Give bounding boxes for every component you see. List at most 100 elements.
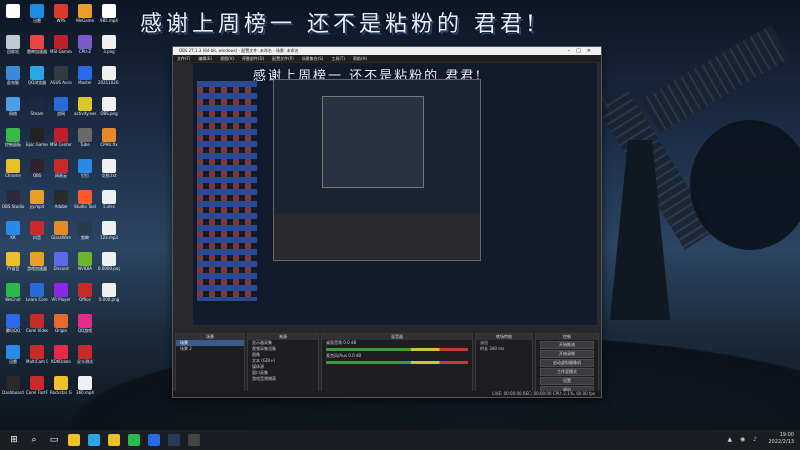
scenes-dock[interactable]: 场景 场景 场景 2 bbox=[175, 333, 245, 397]
desktop-icon[interactable]: 雷神加速器 bbox=[26, 35, 48, 54]
desktop-icon[interactable]: Dashboard bbox=[2, 376, 24, 395]
desktop-icon[interactable]: Office bbox=[74, 283, 96, 302]
control-button[interactable]: 设置 bbox=[540, 377, 594, 385]
desktop-icon[interactable] bbox=[98, 345, 120, 359]
control-button[interactable]: 开始录制 bbox=[540, 350, 594, 358]
control-button[interactable]: 开始推流 bbox=[540, 341, 594, 349]
desktop-icon[interactable]: 360.mp4 bbox=[74, 376, 96, 395]
desktop-icon[interactable]: 腾讯QQ bbox=[2, 314, 24, 333]
mixer-dock[interactable]: 混音器 桌面音频 0.0 dB 麦克风/Aux 0.0 dB bbox=[321, 333, 473, 397]
obs-titlebar[interactable]: OBS 27.1.3 (64-bit, windows) - 配置文件: 未命名… bbox=[173, 47, 601, 55]
desktop-icon[interactable]: Studio Tools bbox=[74, 190, 96, 209]
desktop-icon[interactable]: yy.mp4 bbox=[26, 190, 48, 209]
desktop-icon[interactable]: 控制面板 bbox=[2, 128, 24, 147]
qq-icon[interactable] bbox=[148, 434, 160, 446]
desktop-icon[interactable]: 5.xlsx bbox=[98, 190, 120, 209]
menu-item[interactable]: 视图(V) bbox=[220, 56, 234, 61]
desktop-icon[interactable]: OBS Studio bbox=[2, 190, 24, 209]
clock[interactable]: 19:00 2022/2/13 bbox=[768, 432, 794, 446]
obs-window[interactable]: OBS 27.1.3 (64-bit, windows) - 配置文件: 未命名… bbox=[172, 46, 602, 398]
desktop-icon[interactable]: OBS.png bbox=[98, 97, 120, 116]
desktop-icon[interactable]: QQ游戏 bbox=[74, 314, 96, 333]
obs-icon[interactable] bbox=[188, 434, 200, 446]
transition-duration[interactable]: 时长 300 ms bbox=[476, 346, 532, 352]
desktop-icon[interactable]: 游戏加速器 bbox=[26, 252, 48, 271]
control-button[interactable]: 启动虚拟摄像机 bbox=[540, 359, 594, 367]
desktop-icon[interactable]: Rockstar Games bbox=[50, 376, 72, 395]
desktop-icon[interactable]: Steam bbox=[26, 97, 48, 116]
desktop-icon[interactable]: WPS bbox=[50, 4, 72, 23]
desktop-icon[interactable]: CPU-Z bbox=[74, 35, 96, 54]
sources-dock[interactable]: 来源 显示器采集 视频采集设备 图像 文本 (GDI+) 媒体源 窗口采集 游戏音频捕获 bbox=[247, 333, 319, 397]
desktop-icon[interactable]: Chrome bbox=[2, 159, 24, 178]
desktop-icon[interactable]: KOKOdolo bbox=[50, 345, 72, 364]
volume-meter[interactable] bbox=[326, 361, 468, 364]
menu-item[interactable]: 工具(T) bbox=[331, 56, 345, 61]
desktop-icon[interactable]: 文档.txt bbox=[98, 159, 120, 178]
desktop-icon[interactable]: OBS bbox=[26, 159, 48, 178]
control-button[interactable]: 工作室模式 bbox=[540, 368, 594, 376]
desktop-icon[interactable]: MSI Gaming APP bbox=[50, 35, 72, 54]
desktop-icon[interactable]: Tube bbox=[74, 128, 96, 147]
desktop-icon[interactable]: GlassWire bbox=[50, 221, 72, 240]
desktop-icon[interactable]: Epic Games bbox=[26, 128, 48, 147]
menu-item[interactable]: 配置文件(P) bbox=[272, 56, 294, 61]
desktop-icon[interactable]: WeGame bbox=[74, 4, 96, 23]
source-item[interactable]: 游戏音频捕获 bbox=[248, 376, 318, 382]
desktop-icon[interactable]: 迅雷 bbox=[2, 345, 24, 364]
controls-dock[interactable]: 控制 开始推流 开始录制 启动虚拟摄像机 工作室模式 设置 退出 bbox=[535, 333, 599, 397]
menu-item[interactable]: 编辑(E) bbox=[198, 56, 212, 61]
desktop-icon[interactable]: YY语音 bbox=[2, 252, 24, 271]
desktop-icon[interactable]: NVIDIA bbox=[74, 252, 96, 271]
menu-item[interactable]: 帮助(H) bbox=[353, 56, 367, 61]
desktop-icon[interactable]: activity.exe bbox=[74, 97, 96, 116]
desktop-icon[interactable]: CPHU.fix bbox=[98, 128, 120, 147]
steam-icon[interactable] bbox=[168, 434, 180, 446]
edge-icon[interactable] bbox=[88, 434, 100, 446]
desktop-icon[interactable]: Discord bbox=[50, 252, 72, 271]
desktop-icon[interactable]: 网易云 bbox=[50, 159, 72, 178]
desktop-icon[interactable] bbox=[2, 4, 24, 18]
desktop-icon[interactable]: 20211020.png bbox=[98, 66, 120, 85]
desktop-icon[interactable] bbox=[98, 314, 120, 328]
desktop-icon[interactable]: Corel FastFlick bbox=[26, 376, 48, 395]
transitions-dock[interactable]: 转场特效 淡出 时长 300 ms bbox=[475, 333, 533, 397]
desktop-icon[interactable]: 回收站 bbox=[2, 35, 24, 54]
desktop-icon[interactable]: Corel VideoStudio bbox=[26, 314, 48, 333]
desktop-icon[interactable]: Origin bbox=[50, 314, 72, 333]
desktop-icon[interactable]: 985.mp4 bbox=[98, 4, 120, 23]
desktop-icon[interactable]: Learn Corel VideoStudio bbox=[26, 283, 48, 302]
scene-item[interactable]: 场景 2 bbox=[176, 346, 244, 352]
desktop-icon[interactable]: KK bbox=[2, 221, 24, 240]
desktop-icon[interactable]: 0.0000.png bbox=[98, 252, 120, 271]
system-tray-icons[interactable]: ▲ ◉ ♪ bbox=[728, 436, 761, 443]
desktop-icon[interactable]: 抖音 bbox=[26, 221, 48, 240]
file-explorer-icon[interactable] bbox=[68, 434, 80, 446]
desktop-icon[interactable]: MultiCam Capture Lite bbox=[26, 345, 48, 364]
desktop-icon[interactable]: 剪映 bbox=[74, 221, 96, 240]
desktop-icon[interactable]: 123.mp3 bbox=[98, 221, 120, 240]
chrome-icon[interactable] bbox=[108, 434, 120, 446]
desktop-icon[interactable]: VR Player bbox=[50, 283, 72, 302]
desktop-icon[interactable]: 3.png bbox=[98, 35, 120, 54]
desktop-icon[interactable]: 此电脑 bbox=[2, 66, 24, 85]
menu-item[interactable]: 停靠部件(D) bbox=[242, 56, 264, 61]
desktop-icon[interactable]: 战网 bbox=[50, 97, 72, 116]
volume-meter[interactable] bbox=[326, 348, 468, 351]
menu-item[interactable]: 场景集合(S) bbox=[302, 56, 324, 61]
desktop-icon[interactable]: 迅雷 bbox=[26, 4, 48, 23]
desktop-icon[interactable]: ASUS Aura bbox=[50, 66, 72, 85]
task-view-icon[interactable]: ▭ bbox=[48, 434, 60, 446]
desktop-icon[interactable]: 0.000.png bbox=[98, 283, 120, 302]
menu-item[interactable]: 文件(F) bbox=[177, 56, 190, 61]
windows-start-icon[interactable]: ⊞ bbox=[8, 434, 20, 446]
desktop-icon[interactable]: 显卡测试 bbox=[74, 345, 96, 364]
desktop-icon[interactable]: Adobe bbox=[50, 190, 72, 209]
desktop-icon[interactable]: WeChat bbox=[2, 283, 24, 302]
obs-preview[interactable]: 感谢上周榜一 还不是粘粉的 君君! bbox=[193, 63, 597, 325]
search-icon[interactable]: ⌕ bbox=[28, 434, 40, 446]
window-controls[interactable]: –□✕ bbox=[568, 47, 597, 55]
desktop-icon[interactable]: 网络 bbox=[2, 97, 24, 116]
wechat-icon[interactable] bbox=[128, 434, 140, 446]
desktop-icon[interactable]: Master bbox=[74, 66, 96, 85]
